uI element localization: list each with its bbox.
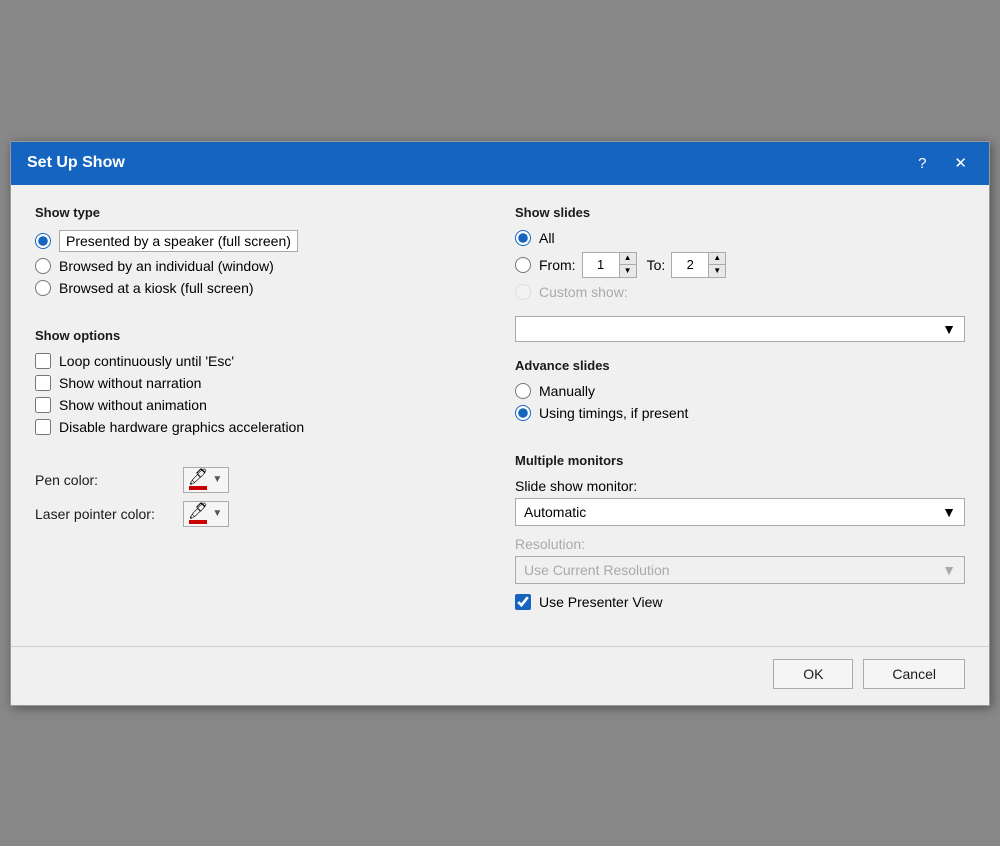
slide-show-monitor-label: Slide show monitor: bbox=[515, 478, 965, 494]
advance-slides-group: Manually Using timings, if present bbox=[515, 383, 965, 421]
title-bar: Set Up Show ? ✕ bbox=[11, 142, 989, 185]
advance-slides-section: Advance slides Manually Using timings, i… bbox=[515, 358, 965, 437]
set-up-show-dialog: Set Up Show ? ✕ Show type Presented by a… bbox=[10, 141, 990, 706]
show-type-group: Presented by a speaker (full screen) Bro… bbox=[35, 230, 485, 296]
check-no-hw-accel[interactable]: Disable hardware graphics acceleration bbox=[35, 419, 485, 435]
cancel-button[interactable]: Cancel bbox=[863, 659, 965, 689]
from-spinbox: 1 ▲ ▼ bbox=[582, 252, 637, 278]
close-button[interactable]: ✕ bbox=[948, 154, 973, 173]
to-spin-up[interactable]: ▲ bbox=[709, 253, 725, 265]
check-no-animation[interactable]: Show without animation bbox=[35, 397, 485, 413]
resolution-dropdown[interactable]: Use Current Resolution ▼ bbox=[515, 556, 965, 584]
check-no-narration-label: Show without narration bbox=[59, 375, 201, 391]
use-presenter-view-label: Use Presenter View bbox=[539, 594, 662, 610]
radio-all[interactable]: All bbox=[515, 230, 965, 246]
radio-manually[interactable]: Manually bbox=[515, 383, 965, 399]
radio-window-input[interactable] bbox=[35, 258, 51, 274]
left-column: Show type Presented by a speaker (full s… bbox=[35, 205, 485, 626]
radio-from[interactable]: From: bbox=[515, 257, 576, 273]
check-loop-label: Loop continuously until 'Esc' bbox=[59, 353, 234, 369]
laser-color-label: Laser pointer color: bbox=[35, 506, 175, 522]
radio-timings-input[interactable] bbox=[515, 405, 531, 421]
from-spin-btns: ▲ ▼ bbox=[619, 253, 636, 277]
laser-icon: 🖊 bbox=[188, 504, 208, 524]
radio-full-screen-input[interactable] bbox=[35, 233, 51, 249]
check-loop-input[interactable] bbox=[35, 353, 51, 369]
pen-color-swatch bbox=[189, 486, 207, 490]
radio-custom-show[interactable]: Custom show: bbox=[515, 284, 965, 300]
radio-kiosk-input[interactable] bbox=[35, 280, 51, 296]
pen-color-button[interactable]: 🖊 ▼ bbox=[183, 467, 229, 493]
radio-timings[interactable]: Using timings, if present bbox=[515, 405, 965, 421]
slide-show-monitor-value: Automatic bbox=[524, 504, 586, 520]
from-spin-up[interactable]: ▲ bbox=[620, 253, 636, 265]
show-options-title: Show options bbox=[35, 328, 485, 343]
pen-color-arrow: ▼ bbox=[210, 474, 224, 485]
to-spin-down[interactable]: ▼ bbox=[709, 265, 725, 277]
show-slides-group: All From: 1 ▲ ▼ To: bbox=[515, 230, 965, 300]
check-loop[interactable]: Loop continuously until 'Esc' bbox=[35, 353, 485, 369]
dialog-body: Show type Presented by a speaker (full s… bbox=[11, 185, 989, 646]
radio-from-label: From: bbox=[539, 257, 576, 273]
radio-full-screen[interactable]: Presented by a speaker (full screen) bbox=[35, 230, 485, 252]
resolution-value: Use Current Resolution bbox=[524, 562, 670, 578]
show-options-group: Loop continuously until 'Esc' Show witho… bbox=[35, 353, 485, 435]
to-spinbox: 2 ▲ ▼ bbox=[671, 252, 726, 278]
radio-full-screen-label: Presented by a speaker (full screen) bbox=[59, 230, 298, 252]
resolution-label: Resolution: bbox=[515, 536, 965, 552]
use-presenter-view-input[interactable] bbox=[515, 594, 531, 610]
radio-custom-show-input[interactable] bbox=[515, 284, 531, 300]
pen-color-label: Pen color: bbox=[35, 472, 175, 488]
radio-all-input[interactable] bbox=[515, 230, 531, 246]
multiple-monitors-section: Multiple monitors Slide show monitor: Au… bbox=[515, 453, 965, 614]
pen-color-row: Pen color: 🖊 ▼ bbox=[35, 467, 485, 493]
resolution-arrow: ▼ bbox=[942, 562, 956, 578]
to-spin-btns: ▲ ▼ bbox=[708, 253, 725, 277]
check-no-hw-accel-input[interactable] bbox=[35, 419, 51, 435]
multiple-monitors-title: Multiple monitors bbox=[515, 453, 965, 468]
dialog-footer: OK Cancel bbox=[11, 646, 989, 705]
custom-show-dropdown[interactable]: ▼ bbox=[515, 316, 965, 342]
dialog-title: Set Up Show bbox=[27, 154, 125, 172]
radio-manually-input[interactable] bbox=[515, 383, 531, 399]
laser-color-swatch bbox=[189, 520, 207, 524]
advance-slides-title: Advance slides bbox=[515, 358, 965, 373]
radio-from-row: From: 1 ▲ ▼ To: 2 ▲ ▼ bbox=[515, 252, 965, 278]
laser-color-row: Laser pointer color: 🖊 ▼ bbox=[35, 501, 485, 527]
radio-kiosk-label: Browsed at a kiosk (full screen) bbox=[59, 280, 254, 296]
check-no-animation-label: Show without animation bbox=[59, 397, 207, 413]
radio-kiosk[interactable]: Browsed at a kiosk (full screen) bbox=[35, 280, 485, 296]
laser-color-arrow: ▼ bbox=[210, 508, 224, 519]
from-value[interactable]: 1 bbox=[583, 253, 619, 277]
radio-window-label: Browsed by an individual (window) bbox=[59, 258, 274, 274]
radio-all-label: All bbox=[539, 230, 555, 246]
from-spin-down[interactable]: ▼ bbox=[620, 265, 636, 277]
to-value[interactable]: 2 bbox=[672, 253, 708, 277]
slide-show-monitor-dropdown[interactable]: Automatic ▼ bbox=[515, 498, 965, 526]
pen-icon: 🖊 bbox=[188, 470, 208, 490]
check-no-narration-input[interactable] bbox=[35, 375, 51, 391]
check-no-animation-input[interactable] bbox=[35, 397, 51, 413]
slide-show-monitor-arrow: ▼ bbox=[942, 504, 956, 520]
show-slides-title: Show slides bbox=[515, 205, 965, 220]
title-bar-controls: ? ✕ bbox=[912, 154, 973, 173]
laser-color-button[interactable]: 🖊 ▼ bbox=[183, 501, 229, 527]
use-presenter-view-row[interactable]: Use Presenter View bbox=[515, 594, 965, 610]
radio-custom-show-label: Custom show: bbox=[539, 284, 628, 300]
check-no-narration[interactable]: Show without narration bbox=[35, 375, 485, 391]
help-button[interactable]: ? bbox=[912, 154, 932, 173]
radio-manually-label: Manually bbox=[539, 383, 595, 399]
radio-window[interactable]: Browsed by an individual (window) bbox=[35, 258, 485, 274]
right-column: Show slides All From: 1 ▲ ▼ bbox=[515, 205, 965, 626]
show-type-title: Show type bbox=[35, 205, 485, 220]
check-no-hw-accel-label: Disable hardware graphics acceleration bbox=[59, 419, 304, 435]
radio-from-input[interactable] bbox=[515, 257, 531, 273]
to-label: To: bbox=[647, 257, 666, 273]
ok-button[interactable]: OK bbox=[773, 659, 853, 689]
custom-show-dropdown-arrow: ▼ bbox=[942, 321, 956, 337]
radio-timings-label: Using timings, if present bbox=[539, 405, 688, 421]
